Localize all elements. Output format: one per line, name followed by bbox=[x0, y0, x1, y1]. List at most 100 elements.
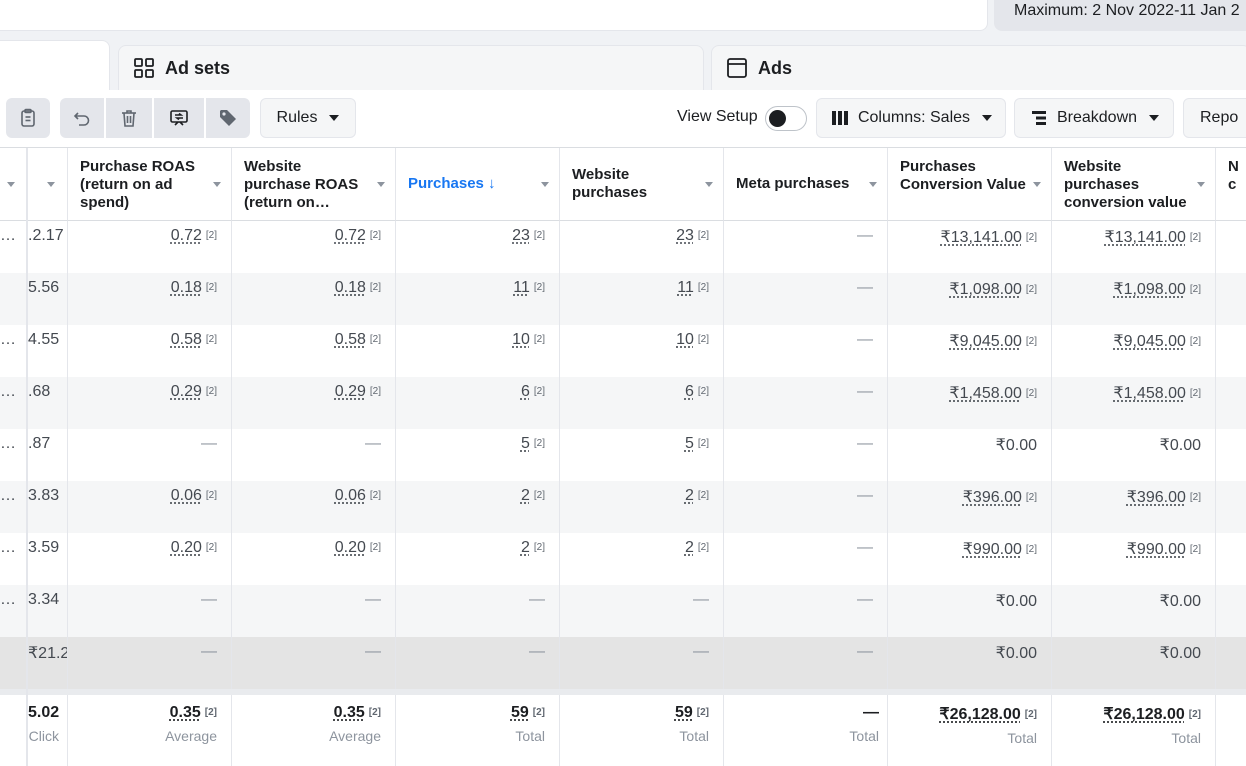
footnote-marker[interactable]: [2] bbox=[206, 282, 217, 293]
footnote-marker[interactable]: [2] bbox=[370, 386, 381, 397]
footnote-marker[interactable]: [2] bbox=[1189, 709, 1201, 720]
footnote-marker[interactable]: [2] bbox=[534, 334, 545, 345]
footnote-marker[interactable]: [2] bbox=[370, 282, 381, 293]
cell-value[interactable]: ₹1,098.00 bbox=[1113, 281, 1185, 298]
cell-value[interactable]: 6 bbox=[521, 383, 530, 400]
footnote-marker[interactable]: [2] bbox=[369, 707, 381, 718]
view-setup-toggle[interactable] bbox=[765, 106, 807, 131]
cell-value[interactable]: 5 bbox=[685, 435, 694, 452]
cell-value[interactable]: ₹396.00 bbox=[1127, 489, 1186, 506]
footnote-marker[interactable]: [2] bbox=[1190, 544, 1201, 555]
footnote-marker[interactable]: [2] bbox=[698, 230, 709, 241]
tab-ads[interactable]: Ads bbox=[711, 45, 1246, 90]
footnote-marker[interactable]: [2] bbox=[206, 230, 217, 241]
footnote-marker[interactable]: [2] bbox=[1026, 232, 1037, 243]
ab-test-button[interactable] bbox=[154, 98, 204, 138]
footnote-marker[interactable]: [2] bbox=[698, 334, 709, 345]
footnote-marker[interactable]: [2] bbox=[533, 707, 545, 718]
cell-value[interactable]: 0.20 bbox=[171, 539, 202, 556]
footnote-marker[interactable]: [2] bbox=[206, 542, 217, 553]
footnote-marker[interactable]: [2] bbox=[206, 490, 217, 501]
footnote-marker[interactable]: [2] bbox=[1190, 336, 1201, 347]
table-row[interactable]: … 4.55 0.58 [2] 0.58 [2] 10 [2] 10 [2] — ₹9,045.00 [… bbox=[0, 325, 1246, 377]
cell-value[interactable]: 0.29 bbox=[171, 383, 202, 400]
footnote-marker[interactable]: [2] bbox=[1026, 336, 1037, 347]
table-row[interactable]: … 3.34 — — — — — ₹0.00 ₹0.00 bbox=[0, 585, 1246, 637]
tag-button[interactable] bbox=[206, 98, 250, 138]
footnote-marker[interactable]: [2] bbox=[370, 542, 381, 553]
cell-value[interactable]: 0.20 bbox=[335, 539, 366, 556]
reports-dropdown[interactable]: Repo bbox=[1183, 98, 1246, 138]
footnote-marker[interactable]: [2] bbox=[534, 542, 545, 553]
table-row[interactable]: … .87 — — 5 [2] 5 [2] — ₹0.00 ₹0.00 bbox=[0, 429, 1246, 481]
column-header-website-purchase-roas[interactable]: Website purchase ROAS (return on… bbox=[232, 148, 396, 221]
footnote-marker[interactable]: [2] bbox=[698, 542, 709, 553]
footnote-marker[interactable]: [2] bbox=[370, 490, 381, 501]
footnote-marker[interactable]: [2] bbox=[698, 490, 709, 501]
footnote-marker[interactable]: [2] bbox=[1190, 284, 1201, 295]
table-row[interactable]: … 3.59 0.20 [2] 0.20 [2] 2 [2] 2 [2] — ₹990.00 [2] ₹9… bbox=[0, 533, 1246, 585]
total-value[interactable]: 0.35 bbox=[170, 704, 201, 721]
table-row[interactable]: … 3.83 0.06 [2] 0.06 [2] 2 [2] 2 [2] — ₹396.00 [2] ₹3… bbox=[0, 481, 1246, 533]
cell-value[interactable]: 0.58 bbox=[335, 331, 366, 348]
top-search-area[interactable] bbox=[0, 0, 988, 31]
column-header-website-purchases-conversion-value[interactable]: Website purchases conversion value bbox=[1052, 148, 1216, 221]
footnote-marker[interactable]: [2] bbox=[698, 386, 709, 397]
cell-value[interactable]: 0.18 bbox=[171, 279, 202, 296]
column-header-purchases-conversion-value[interactable]: Purchases Conversion Value bbox=[888, 148, 1052, 221]
footnote-marker[interactable]: [2] bbox=[1190, 232, 1201, 243]
cell-value[interactable]: 2 bbox=[521, 487, 530, 504]
cell-value[interactable]: 0.06 bbox=[335, 487, 366, 504]
cell-value[interactable]: 0.29 bbox=[335, 383, 366, 400]
delete-button[interactable] bbox=[106, 98, 152, 138]
cell-value[interactable]: ₹1,458.00 bbox=[1113, 385, 1185, 402]
cell-value[interactable]: ₹9,045.00 bbox=[1113, 333, 1185, 350]
tab-ad-sets[interactable]: Ad sets bbox=[118, 45, 704, 90]
rules-dropdown[interactable]: Rules bbox=[260, 98, 356, 138]
breakdown-dropdown[interactable]: Breakdown bbox=[1014, 98, 1174, 138]
footnote-marker[interactable]: [2] bbox=[697, 707, 709, 718]
footnote-marker[interactable]: [2] bbox=[205, 707, 217, 718]
cell-value[interactable]: 11 bbox=[513, 279, 530, 296]
footnote-marker[interactable]: [2] bbox=[1190, 388, 1201, 399]
undo-button[interactable] bbox=[60, 98, 104, 138]
cell-value[interactable]: 0.72 bbox=[171, 227, 202, 244]
footnote-marker[interactable]: [2] bbox=[1026, 492, 1037, 503]
column-header-hidden[interactable] bbox=[0, 148, 28, 221]
tab-campaigns[interactable] bbox=[0, 40, 110, 90]
cell-value[interactable]: ₹1,458.00 bbox=[949, 385, 1021, 402]
column-header-meta-purchases[interactable]: Meta purchases bbox=[724, 148, 888, 221]
cell-value[interactable]: ₹990.00 bbox=[963, 541, 1022, 558]
cell-value[interactable]: 2 bbox=[685, 487, 694, 504]
cell-value[interactable]: ₹13,141.00 bbox=[941, 229, 1022, 246]
table-row[interactable]: … .68 0.29 [2] 0.29 [2] 6 [2] 6 [2] — ₹1,458.00 [2] ₹… bbox=[0, 377, 1246, 429]
cell-value[interactable]: ₹396.00 bbox=[963, 489, 1022, 506]
footnote-marker[interactable]: [2] bbox=[698, 282, 709, 293]
cell-value[interactable]: 0.18 bbox=[335, 279, 366, 296]
footnote-marker[interactable]: [2] bbox=[370, 334, 381, 345]
total-value[interactable]: ₹26,128.00 bbox=[1103, 706, 1184, 723]
cell-value[interactable]: 5 bbox=[521, 435, 530, 452]
cell-value[interactable]: ₹1,098.00 bbox=[949, 281, 1021, 298]
column-header-purchases[interactable]: Purchases ↓ bbox=[396, 148, 560, 221]
column-header-website-purchases[interactable]: Website purchases bbox=[560, 148, 724, 221]
footnote-marker[interactable]: [2] bbox=[698, 438, 709, 449]
cell-value[interactable]: 2 bbox=[521, 539, 530, 556]
total-value[interactable]: 59 bbox=[511, 704, 529, 721]
footnote-marker[interactable]: [2] bbox=[206, 334, 217, 345]
column-header-purchase-roas[interactable]: Purchase ROAS (return on ad spend) bbox=[68, 148, 232, 221]
duplicate-button[interactable] bbox=[6, 98, 50, 138]
cell-value[interactable]: 23 bbox=[676, 227, 694, 244]
cell-value[interactable]: 10 bbox=[512, 331, 530, 348]
date-range-picker[interactable]: Maximum: 2 Nov 2022-11 Jan 2 bbox=[994, 0, 1246, 31]
frozen-column-divider[interactable] bbox=[26, 148, 28, 766]
footnote-marker[interactable]: [2] bbox=[534, 490, 545, 501]
footnote-marker[interactable]: [2] bbox=[1026, 388, 1037, 399]
cell-value[interactable]: 10 bbox=[676, 331, 694, 348]
column-header-partial[interactable] bbox=[28, 148, 68, 221]
column-header-next[interactable]: N c bbox=[1216, 148, 1246, 221]
footnote-marker[interactable]: [2] bbox=[1025, 709, 1037, 720]
cell-value[interactable]: ₹9,045.00 bbox=[949, 333, 1021, 350]
table-row[interactable]: 5.56 0.18 [2] 0.18 [2] 11 [2] 11 [2] — ₹1,098.00 [2… bbox=[0, 273, 1246, 325]
footnote-marker[interactable]: [2] bbox=[534, 230, 545, 241]
